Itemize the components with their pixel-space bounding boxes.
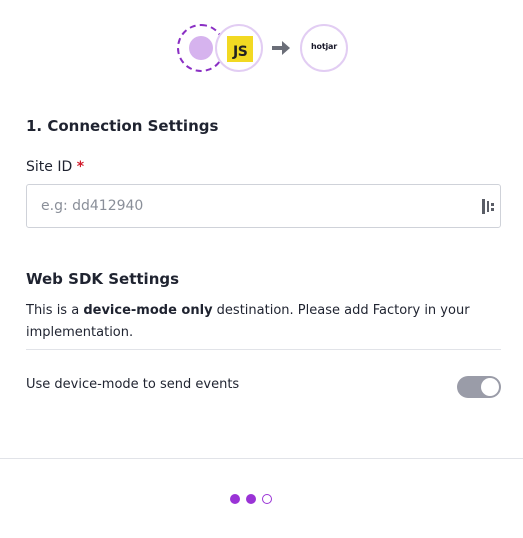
section-divider — [26, 349, 501, 350]
step-dot-3[interactable] — [262, 494, 272, 504]
destination-node: hotjar — [300, 24, 348, 72]
password-manager-icon[interactable] — [482, 199, 494, 214]
source-icon — [189, 36, 213, 60]
step-dot-1[interactable] — [230, 494, 240, 504]
step-pager — [230, 494, 280, 506]
description-bold: device-mode only — [83, 303, 213, 318]
connection-settings-title: 1. Connection Settings — [26, 117, 219, 135]
required-marker: * — [76, 159, 85, 175]
device-mode-toggle[interactable] — [457, 376, 501, 398]
site-id-label: Site ID * — [26, 159, 84, 175]
toggle-knob — [481, 378, 499, 396]
javascript-source-node: JS — [215, 24, 263, 72]
arrow-right-icon — [272, 41, 290, 55]
javascript-logo: JS — [227, 36, 253, 62]
site-id-label-text: Site ID — [26, 159, 73, 175]
web-sdk-settings-title: Web SDK Settings — [26, 270, 180, 288]
connection-header: JS hotjar — [0, 24, 523, 76]
device-mode-toggle-label: Use device-mode to send events — [26, 377, 240, 392]
destination-setup-page: JS hotjar 1. Connection Settings Site ID… — [0, 0, 523, 538]
description-prefix: This is a — [26, 303, 84, 318]
site-id-input[interactable] — [27, 185, 467, 227]
hotjar-logo: hotjar — [311, 42, 337, 51]
site-id-field — [26, 184, 501, 228]
device-mode-description: This is a device-mode only destination. … — [26, 300, 496, 344]
footer-divider — [0, 458, 523, 459]
step-dot-2[interactable] — [246, 494, 256, 504]
